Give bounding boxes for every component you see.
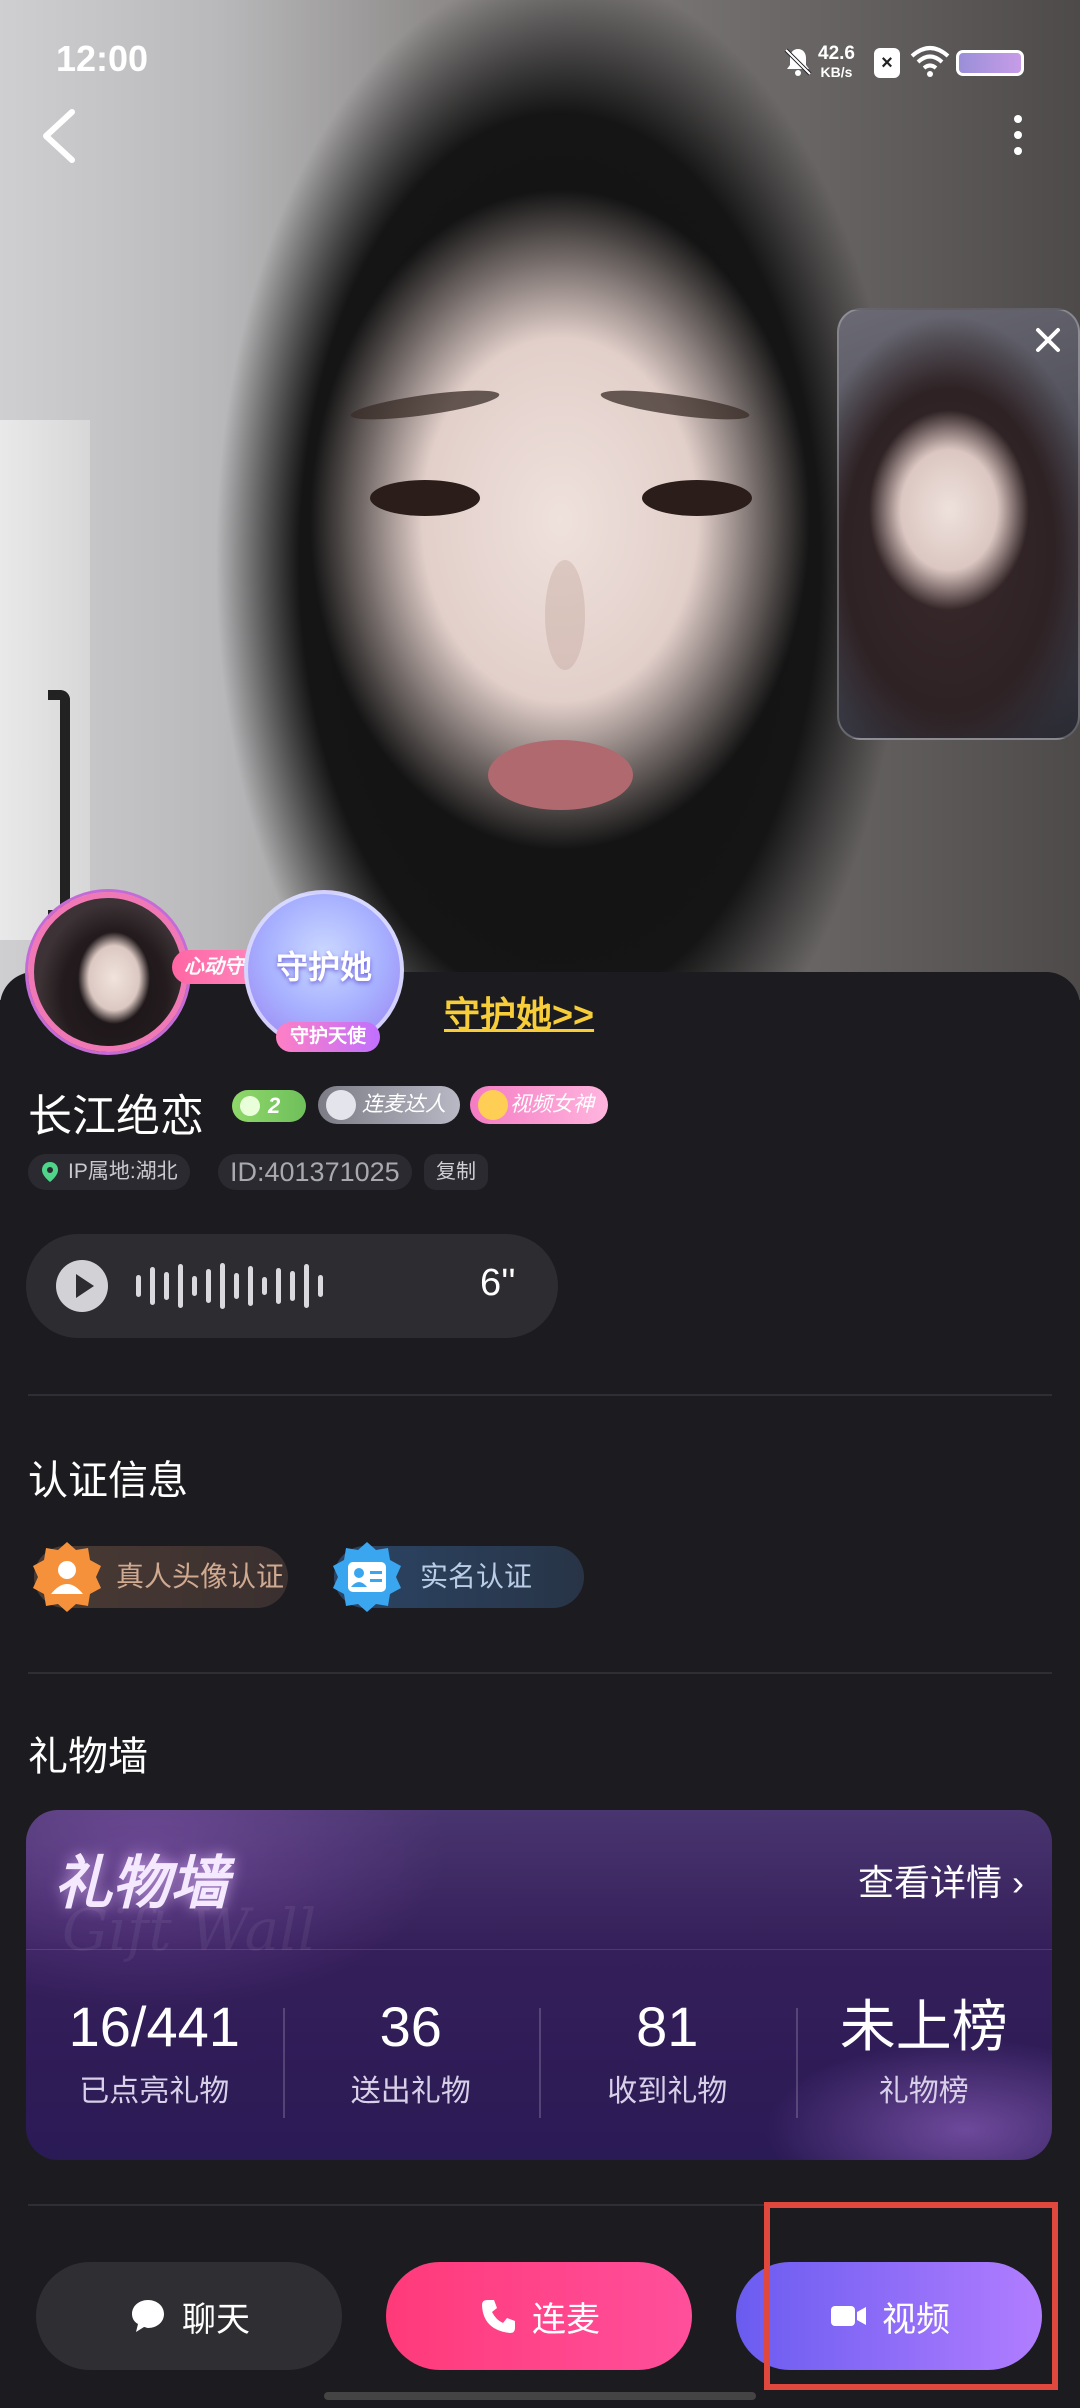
cert-real-name-label: 实名认证 [420,1561,533,1592]
gift-wall-title: 礼物墙 [28,1735,148,1779]
mute-bell-icon [784,48,812,76]
person-badge-icon [33,1542,101,1612]
stat-lit-gifts: 16/441 已点亮礼物 [26,1994,283,2110]
medal-video-goddess-label: 视频女神 [510,1093,594,1116]
user-id: ID:401371025 [218,1154,412,1190]
chevron-right-icon: › [1012,1862,1024,1903]
stat-value: 81 [636,1995,699,2058]
play-icon[interactable] [56,1260,108,1312]
chat-button-label: 聊天 [182,2300,250,2339]
gift-stats: 16/441 已点亮礼物 36 送出礼物 81 收到礼物 未上榜 礼物榜 [26,1994,1053,2118]
stat-label: 收到礼物 [607,2075,728,2108]
cert-real-avatar[interactable]: 真人头像认证 [33,1542,288,1612]
guard-badge[interactable]: 守护她 守护天使 [244,890,404,1052]
stat-value: 16/441 [68,1995,240,2058]
stat-received-gifts: 81 收到礼物 [539,1994,796,2118]
cert-real-name[interactable]: 实名认证 [333,1542,584,1612]
stat-label: 送出礼物 [350,2075,471,2108]
floating-video-preview[interactable] [837,308,1080,740]
photo-face-eye-left [370,480,480,516]
view-details-label: 查看详情 [857,1862,1002,1903]
ip-location-label: IP属地:湖北 [68,1160,178,1183]
net-speed-value: 42.6 [818,43,855,64]
stat-label: 礼物榜 [878,2075,969,2108]
battery-icon [956,50,1024,76]
voice-duration: 6'' [480,1262,516,1304]
chat-bubble-icon [132,2300,164,2332]
guard-badge-title: 守护她 [275,949,372,985]
waveform-icon [136,1262,323,1310]
stat-sent-gifts: 36 送出礼物 [282,1994,540,2118]
photo-background-handle [48,690,70,920]
status-time: 12:00 [56,38,149,79]
voice-intro-player[interactable]: 6'' [26,1234,558,1338]
status-bar: 12:00 42.6 KB/s × [0,0,1080,110]
wifi-icon [910,46,950,77]
home-indicator [324,2392,756,2400]
level-badge: 2 [232,1090,306,1122]
stat-gift-rank: 未上榜 礼物榜 [795,1994,1053,2118]
stat-value: 36 [379,1995,442,2058]
highlight-box [764,2202,1058,2390]
notification-x-icon: × [874,48,900,78]
medal-mic-master-label: 连麦达人 [362,1093,446,1116]
divider [28,1672,1052,1674]
user-name: 长江绝恋 [28,1092,204,1141]
photo-face-eye-right [642,480,752,516]
photo-face-lips [488,740,633,810]
gift-wall-logo: 礼物墙 [54,1849,229,1917]
location-pin-icon [42,1162,58,1182]
phone-icon [482,2300,515,2333]
back-arrow-icon[interactable] [36,106,86,166]
gift-wall-card[interactable]: Gift Wall 礼物墙 查看详情 › 16/441 已点亮礼物 36 送出礼… [26,1810,1052,2160]
guard-her-link[interactable]: 守护她>> [444,986,594,1038]
cert-real-avatar-label: 真人头像认证 [116,1561,285,1592]
stat-value: 未上榜 [839,1995,1008,2058]
id-card-icon [333,1542,401,1612]
view-details-link[interactable]: 查看详情 › [858,1854,1024,1906]
photo-face-brow-left [349,384,501,426]
more-options-icon[interactable] [1000,110,1036,160]
photo-face-nose [545,560,585,670]
copy-id-button[interactable]: 复制 [424,1154,488,1190]
net-speed: 42.6 KB/s [818,44,855,82]
photo-face-brow-right [599,384,751,426]
crown-icon [478,1090,508,1120]
certification-title: 认证信息 [28,1459,188,1503]
mic-link-button[interactable]: 连麦 [386,2262,692,2370]
divider [28,1394,1052,1396]
avatar[interactable] [28,892,188,1052]
ip-location-tag: IP属地:湖北 [28,1154,190,1190]
close-icon[interactable] [1030,322,1066,358]
wings-icon [326,1090,356,1120]
medal-video-goddess: 视频女神 [470,1086,608,1124]
mic-link-button-label: 连麦 [532,2300,600,2339]
stat-label: 已点亮礼物 [79,2075,230,2108]
photo-background-door [0,420,90,940]
guard-badge-ribbon: 守护天使 [276,1022,380,1052]
net-speed-unit: KB/s [820,64,853,80]
medal-mic-master: 连麦达人 [318,1086,460,1124]
chat-button[interactable]: 聊天 [36,2262,342,2370]
